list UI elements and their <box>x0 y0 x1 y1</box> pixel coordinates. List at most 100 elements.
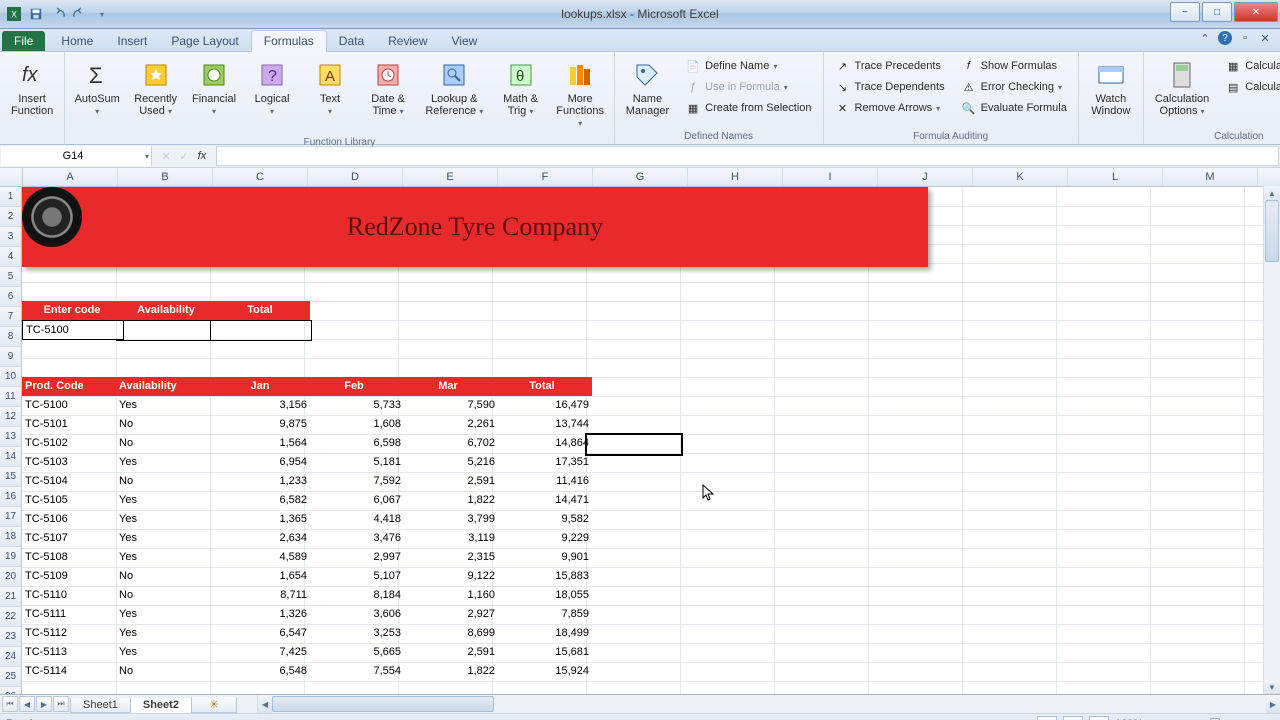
column-header-C[interactable]: C <box>213 168 308 186</box>
formula-input[interactable] <box>216 146 1279 166</box>
cell[interactable]: 3,119 <box>398 529 498 548</box>
date-time-button[interactable]: Date & Time ▾ <box>360 54 416 123</box>
cell[interactable]: TC-5107 <box>22 529 122 548</box>
cell[interactable]: Yes <box>116 624 216 643</box>
tab-insert[interactable]: Insert <box>105 31 159 51</box>
cell[interactable]: 6,547 <box>210 624 310 643</box>
autosum-button[interactable]: ΣAutoSum▾ <box>69 54 125 123</box>
row-header-8[interactable]: 8 <box>0 327 22 347</box>
cell[interactable]: 15,924 <box>492 662 592 681</box>
cell[interactable]: Feb <box>304 377 404 396</box>
row-header-11[interactable]: 11 <box>0 387 22 407</box>
tab-formulas[interactable]: Formulas <box>251 30 327 52</box>
sheet-next-button[interactable]: ▶ <box>36 696 52 712</box>
cell[interactable]: Yes <box>116 548 216 567</box>
cell[interactable]: Yes <box>116 510 216 529</box>
cell[interactable]: 8,184 <box>304 586 404 605</box>
cell[interactable]: 14,864 <box>492 434 592 453</box>
column-header-D[interactable]: D <box>308 168 403 186</box>
row-header-9[interactable]: 9 <box>0 347 22 367</box>
page-break-view-button[interactable] <box>1089 716 1109 720</box>
cell[interactable]: Jan <box>210 377 310 396</box>
column-header-J[interactable]: J <box>878 168 973 186</box>
cell[interactable]: 18,499 <box>492 624 592 643</box>
tab-data[interactable]: Data <box>327 31 376 51</box>
cell[interactable]: 9,582 <box>492 510 592 529</box>
cell[interactable]: 14,471 <box>492 491 592 510</box>
cell[interactable]: TC-5109 <box>22 567 122 586</box>
evaluate-formula-button[interactable]: 🔍Evaluate Formula <box>956 98 1072 118</box>
tab-page-layout[interactable]: Page Layout <box>159 31 250 51</box>
column-header-H[interactable]: H <box>688 168 783 186</box>
calculation-options-button[interactable]: Calculation Options ▾ <box>1148 54 1216 123</box>
cell[interactable]: 1,822 <box>398 662 498 681</box>
horizontal-scrollbar[interactable]: ◀ ▶ <box>257 695 1280 713</box>
cell[interactable]: No <box>116 415 216 434</box>
cell[interactable]: 9,229 <box>492 529 592 548</box>
lookup-reference-button[interactable]: Lookup & Reference ▾ <box>418 54 491 123</box>
cell[interactable]: 1,822 <box>398 491 498 510</box>
scroll-right-button[interactable]: ▶ <box>1266 695 1280 713</box>
cell[interactable]: Enter code <box>22 301 122 320</box>
column-header-M[interactable]: M <box>1163 168 1258 186</box>
row-header-24[interactable]: 24 <box>0 647 22 667</box>
tab-file[interactable]: File <box>2 31 45 51</box>
row-header-6[interactable]: 6 <box>0 287 22 307</box>
scroll-down-button[interactable]: ▼ <box>1264 680 1280 694</box>
row-header-15[interactable]: 15 <box>0 467 22 487</box>
trace-precedents-button[interactable]: ↗Trace Precedents <box>830 56 950 76</box>
cell[interactable]: Yes <box>116 453 216 472</box>
cell[interactable]: 1,365 <box>210 510 310 529</box>
cell[interactable]: Availability <box>116 301 216 320</box>
cell[interactable]: 2,927 <box>398 605 498 624</box>
row-header-14[interactable]: 14 <box>0 447 22 467</box>
row-header-23[interactable]: 23 <box>0 627 22 647</box>
cell[interactable]: TC-5110 <box>22 586 122 605</box>
cell[interactable]: Prod. Code <box>22 377 122 396</box>
cell[interactable]: 3,606 <box>304 605 404 624</box>
create-from-selection-button[interactable]: ▦Create from Selection <box>680 98 816 118</box>
cell[interactable]: 1,564 <box>210 434 310 453</box>
select-all-button[interactable] <box>0 168 23 186</box>
column-header-I[interactable]: I <box>783 168 878 186</box>
row-header-3[interactable]: 3 <box>0 227 22 247</box>
cell[interactable]: 2,997 <box>304 548 404 567</box>
vertical-scrollbar[interactable]: ▲ ▼ <box>1263 186 1280 694</box>
page-layout-view-button[interactable] <box>1063 716 1083 720</box>
name-manager-button[interactable]: Name Manager <box>619 54 676 122</box>
cell[interactable]: 9,875 <box>210 415 310 434</box>
cell[interactable]: 5,733 <box>304 396 404 415</box>
name-box-input[interactable] <box>41 149 105 163</box>
minimize-button[interactable]: − <box>1170 2 1200 22</box>
calculate-sheet-button[interactable]: ▤Calculate Sheet <box>1220 77 1280 97</box>
row-header-21[interactable]: 21 <box>0 587 22 607</box>
cell[interactable]: TC-5108 <box>22 548 122 567</box>
cell[interactable]: 2,315 <box>398 548 498 567</box>
row-header-16[interactable]: 16 <box>0 487 22 507</box>
financial-button[interactable]: Financial▾ <box>186 54 242 123</box>
define-name-button[interactable]: 📄Define Name ▾ <box>680 56 816 76</box>
row-header-2[interactable]: 2 <box>0 207 22 227</box>
cell[interactable]: 2,591 <box>398 643 498 662</box>
cell[interactable]: 5,216 <box>398 453 498 472</box>
scroll-up-button[interactable]: ▲ <box>1264 186 1280 200</box>
cell[interactable]: 3,253 <box>304 624 404 643</box>
name-box[interactable]: ▾ <box>1 146 152 166</box>
cell[interactable]: Yes <box>116 396 216 415</box>
cell[interactable]: 6,702 <box>398 434 498 453</box>
column-header-L[interactable]: L <box>1068 168 1163 186</box>
column-header-B[interactable]: B <box>118 168 213 186</box>
cell[interactable]: 7,592 <box>304 472 404 491</box>
column-header-A[interactable]: A <box>23 168 118 186</box>
cell[interactable]: 2,591 <box>398 472 498 491</box>
cell[interactable]: No <box>116 567 216 586</box>
cell[interactable]: TC-5104 <box>22 472 122 491</box>
recently-used-button[interactable]: Recently Used ▾ <box>127 54 184 123</box>
close-button[interactable]: ✕ <box>1234 2 1278 22</box>
row-header-5[interactable]: 5 <box>0 267 22 287</box>
use-in-formula-button[interactable]: ƒUse in Formula ▾ <box>680 77 816 97</box>
cell[interactable]: 16,479 <box>492 396 592 415</box>
cell[interactable]: 8,711 <box>210 586 310 605</box>
calculate-now-button[interactable]: ▦Calculate Now <box>1220 56 1280 76</box>
cell[interactable] <box>116 320 216 341</box>
